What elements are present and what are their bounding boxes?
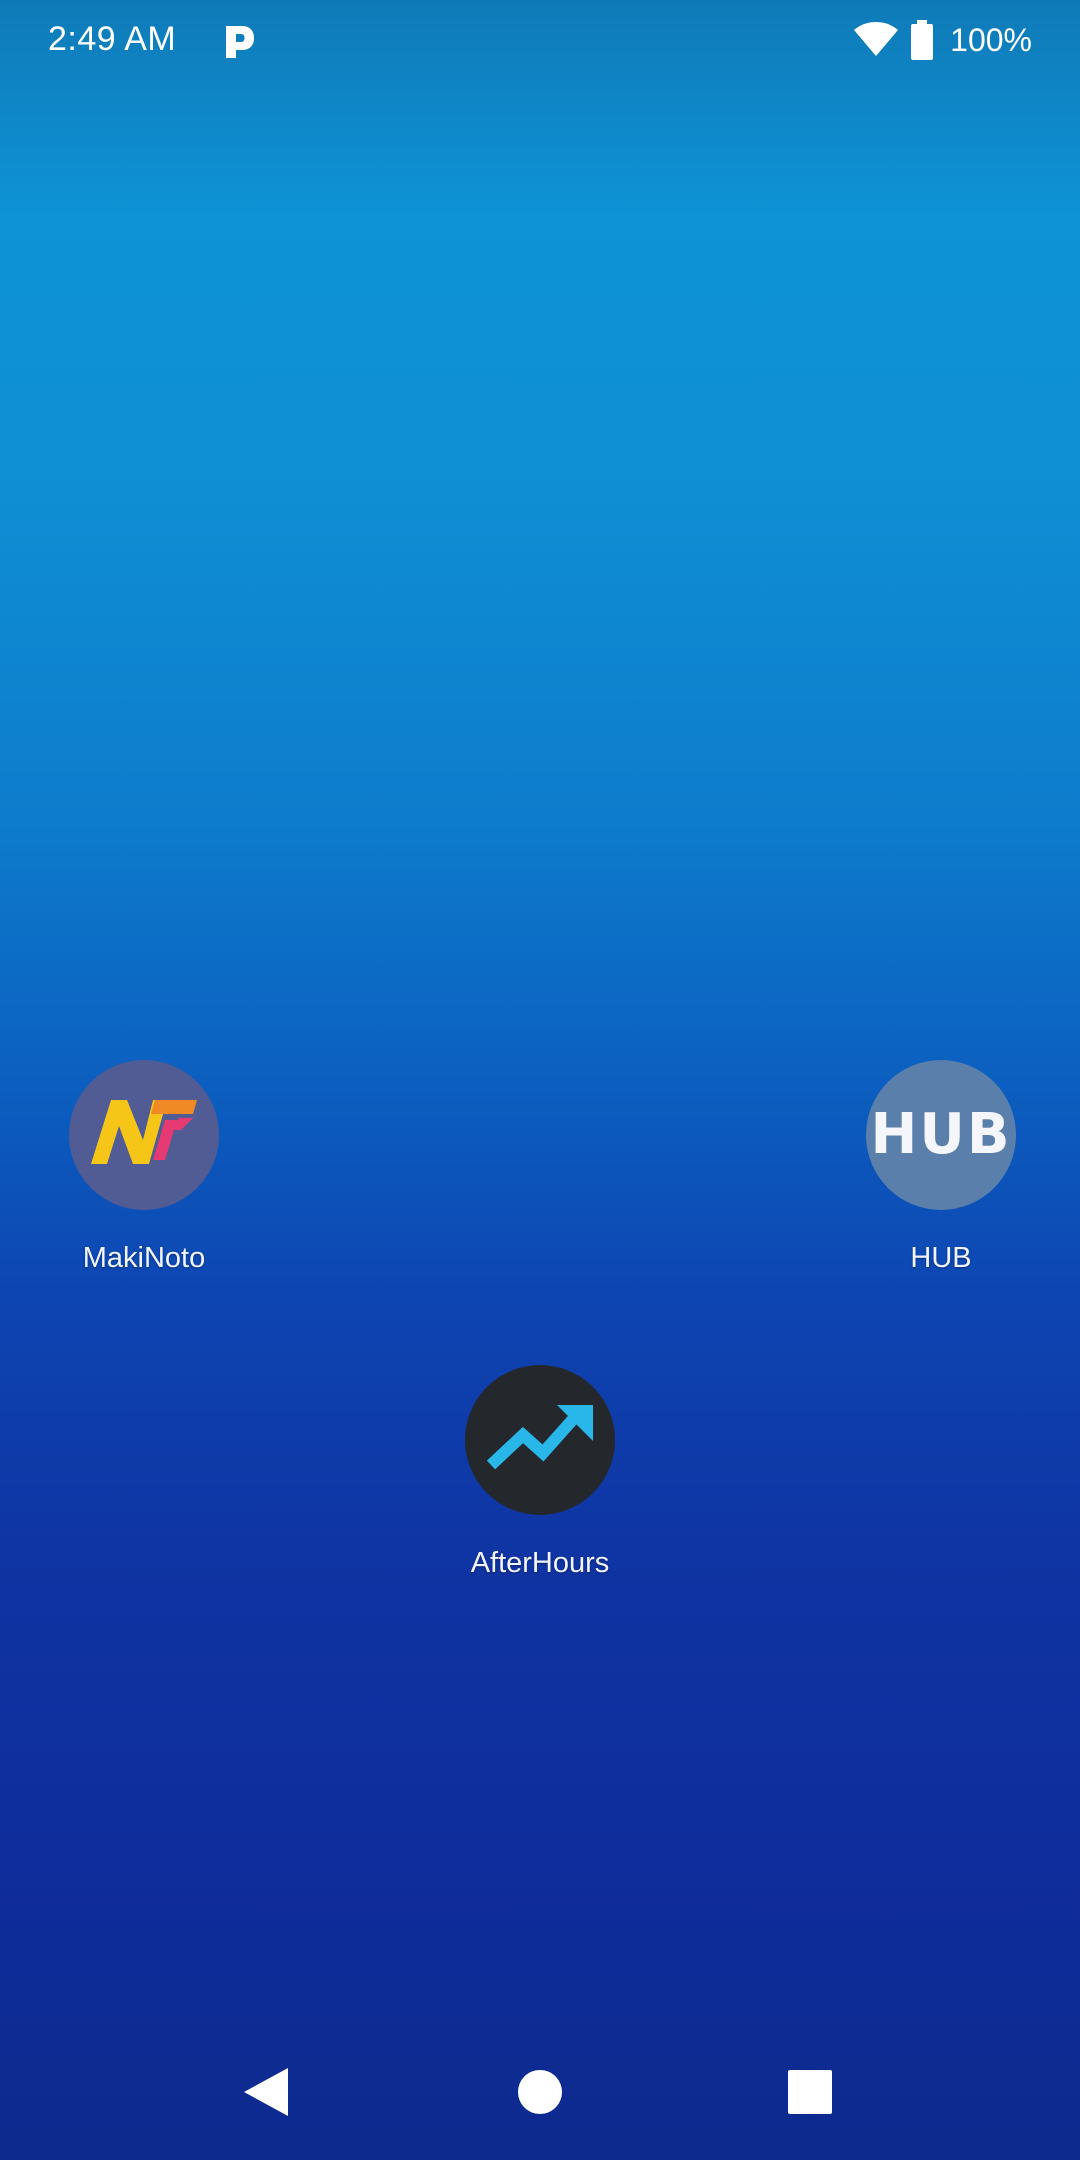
app-afterhours[interactable]: AfterHours (440, 1365, 640, 1580)
makinoto-icon[interactable] (69, 1060, 219, 1210)
hub-icon[interactable]: HUB (866, 1060, 1016, 1210)
app-label: HUB (910, 1242, 972, 1274)
recents-icon[interactable] (788, 2070, 832, 2114)
parking-p-icon (226, 26, 254, 58)
battery-icon (911, 20, 934, 60)
hub-icon-text: HUB (870, 1102, 1012, 1167)
home-icon[interactable] (518, 2070, 562, 2114)
wifi-icon (854, 22, 899, 56)
app-makinoto[interactable]: MakiNoto (44, 1060, 244, 1275)
status-time: 2:49 AM (48, 20, 177, 58)
app-hub[interactable]: HUB HUB (841, 1060, 1041, 1275)
status-icons: 100% (852, 18, 1032, 62)
app-label: MakiNoto (82, 1242, 206, 1274)
afterhours-icon[interactable] (465, 1365, 615, 1515)
navigation-bar (0, 2034, 1080, 2160)
battery-percent: 100% (950, 21, 1032, 58)
app-label: AfterHours (470, 1547, 610, 1579)
status-bar: 2:49 AM 100% (0, 0, 1080, 84)
back-icon[interactable] (244, 2068, 288, 2116)
